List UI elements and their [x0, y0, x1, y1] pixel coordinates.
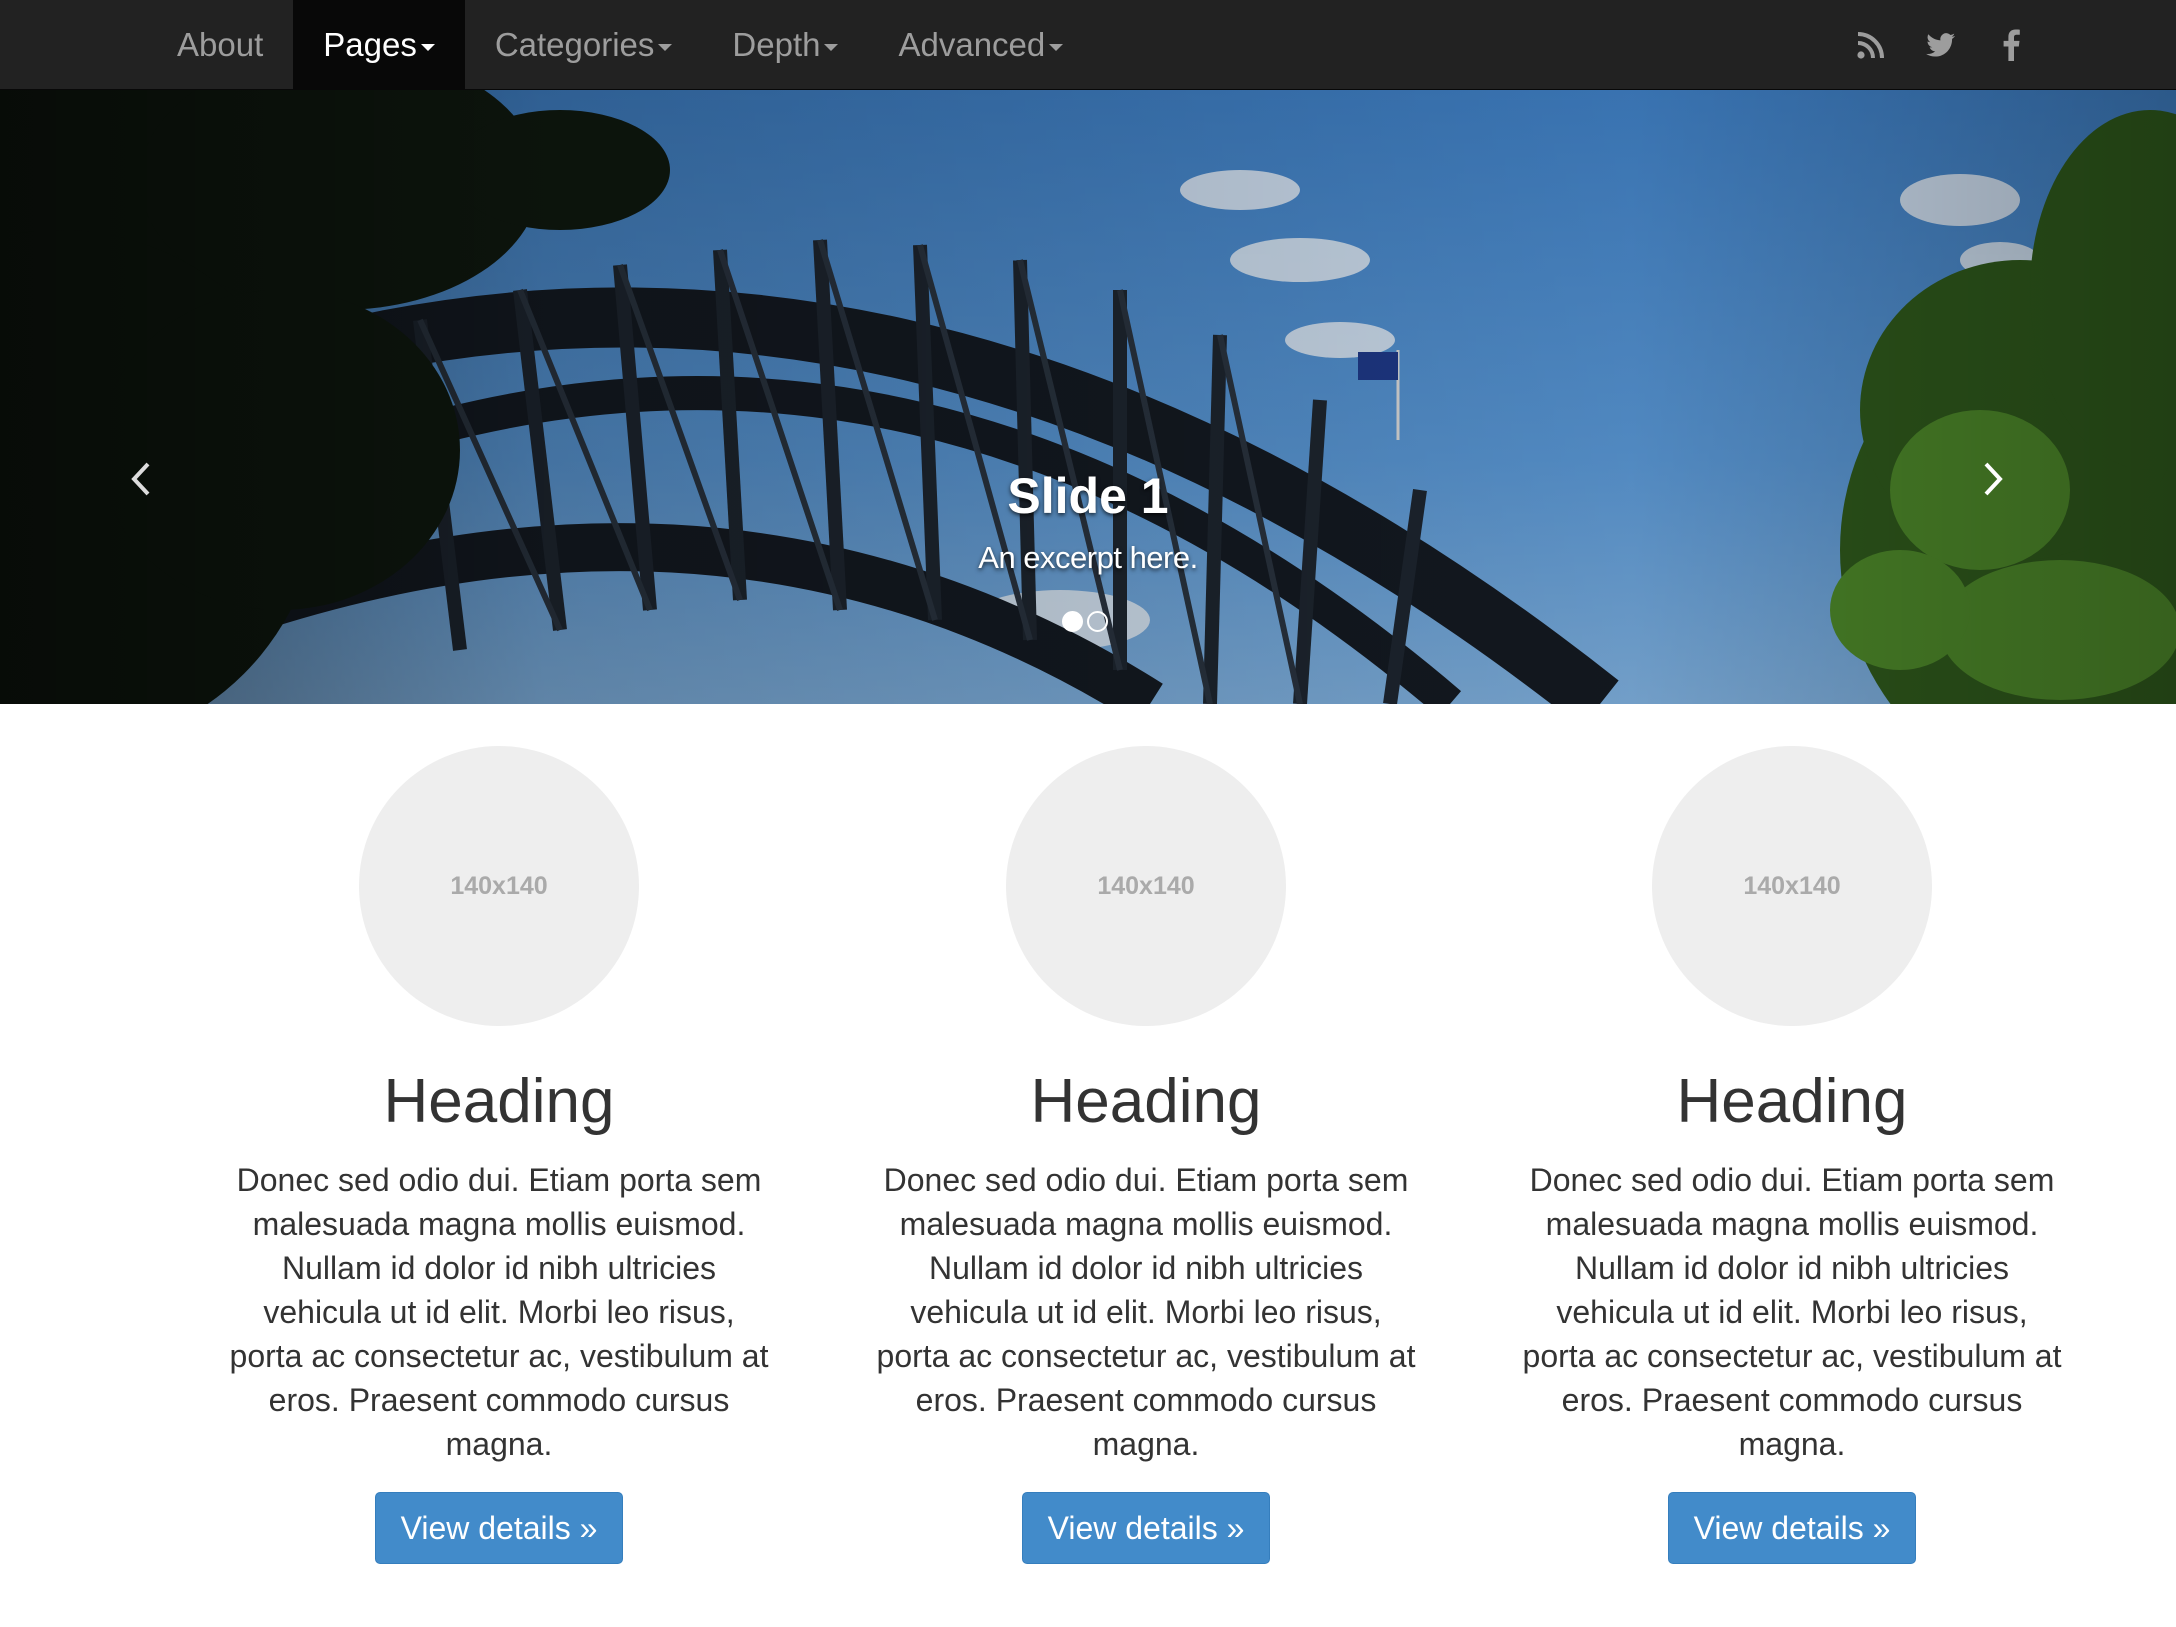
column-body: Donec sed odio dui. Etiam porta sem male… — [1522, 1162, 2062, 1462]
view-details-button[interactable]: View details » — [1022, 1492, 1270, 1564]
column-heading: Heading — [1030, 1067, 1262, 1136]
nav-item-pages[interactable]: Pages — [293, 0, 465, 90]
marketing-column: 140x140 Heading Donec sed odio dui. Etia… — [219, 704, 779, 1564]
nav-menu: About Pages Categories Depth Advanced — [147, 0, 1093, 90]
navbar: About Pages Categories Depth Advanced — [0, 0, 2176, 90]
carousel: Slide 1 An excerpt here. — [0, 90, 2176, 704]
nav-item-label: Categories — [494, 26, 655, 63]
nav-item-categories[interactable]: Categories — [465, 0, 703, 90]
column-heading: Heading — [383, 1067, 615, 1136]
view-details-button[interactable]: View details » — [1668, 1492, 1916, 1564]
nav-item-about[interactable]: About — [147, 0, 293, 90]
caret-down-icon — [1049, 43, 1064, 51]
marketing-section: 140x140 Heading Donec sed odio dui. Etia… — [0, 704, 2176, 1627]
placeholder-image: 140x140 — [1652, 746, 1932, 1026]
facebook-icon[interactable] — [1996, 28, 2026, 62]
column-heading: Heading — [1676, 1067, 1908, 1136]
nav-item-label: Pages — [323, 26, 417, 63]
carousel-caption: Slide 1 An excerpt here. — [0, 464, 2176, 578]
placeholder-image: 140x140 — [1006, 746, 1286, 1026]
nav-item-label: Depth — [732, 26, 821, 63]
nav-item-depth[interactable]: Depth — [702, 0, 868, 90]
carousel-indicators — [1062, 611, 1108, 632]
carousel-indicator-2[interactable] — [1087, 611, 1108, 632]
view-details-button[interactable]: View details » — [375, 1492, 623, 1564]
nav-item-advanced[interactable]: Advanced — [868, 0, 1093, 90]
carousel-caption-excerpt: An excerpt here. — [978, 540, 1198, 575]
carousel-indicator-1[interactable] — [1062, 611, 1083, 632]
twitter-icon[interactable] — [1926, 28, 1956, 62]
nav-item-label: Advanced — [898, 26, 1046, 63]
social-links — [1856, 0, 2026, 90]
carousel-caption-title: Slide 1 — [1007, 468, 1169, 524]
caret-down-icon — [420, 43, 435, 51]
rss-icon[interactable] — [1856, 28, 1886, 62]
column-body: Donec sed odio dui. Etiam porta sem male… — [876, 1162, 1416, 1462]
marketing-column: 140x140 Heading Donec sed odio dui. Etia… — [1512, 704, 2072, 1564]
marketing-column: 140x140 Heading Donec sed odio dui. Etia… — [866, 704, 1426, 1564]
column-body: Donec sed odio dui. Etiam porta sem male… — [229, 1162, 769, 1462]
caret-down-icon — [824, 43, 839, 51]
nav-item-label: About — [177, 26, 264, 63]
placeholder-image: 140x140 — [359, 746, 639, 1026]
caret-down-icon — [658, 43, 673, 51]
